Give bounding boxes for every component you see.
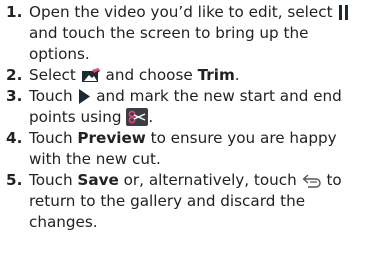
- step-text: Touch: [29, 129, 73, 147]
- step-1: 1. Open the video you’d like to edit, se…: [6, 2, 366, 65]
- step-text: Select: [29, 66, 76, 84]
- step-text: Touch: [29, 171, 73, 189]
- step-number: 2.: [6, 66, 23, 84]
- instruction-list: 1. Open the video you’d like to edit, se…: [6, 2, 366, 233]
- step-number: 5.: [6, 171, 23, 189]
- save-label: Save: [77, 171, 119, 189]
- step-number: 4.: [6, 129, 23, 147]
- step-2: 2. Select and choose Trim.: [6, 65, 366, 86]
- step-4: 4. Touch Preview to ensure you are happy…: [6, 128, 366, 170]
- step-3: 3. Touch and mark the new start and end …: [6, 86, 366, 128]
- step-text: and touch the screen to bring up the opt…: [29, 24, 309, 63]
- step-number: 1.: [6, 3, 23, 21]
- step-text: .: [234, 66, 240, 84]
- step-text: to ensure you are happy with the new cut…: [29, 129, 337, 168]
- pause-icon: [337, 4, 351, 21]
- play-icon: [77, 88, 91, 105]
- step-text: and choose: [105, 66, 193, 84]
- trim-label: Trim: [197, 66, 235, 84]
- step-text: Touch: [29, 87, 73, 105]
- step-text: Open the video you’d like to edit, selec…: [29, 3, 333, 21]
- preview-label: Preview: [77, 129, 146, 147]
- step-text: and mark the new start and end points us…: [29, 87, 342, 126]
- back-icon: [302, 173, 322, 189]
- edit-video-icon: [81, 67, 101, 84]
- step-text: or, alternatively, touch: [123, 171, 297, 189]
- step-text: .: [148, 108, 154, 126]
- scissors-icon: [126, 108, 149, 126]
- step-5: 5. Touch Save or, alternatively, touch t…: [6, 170, 366, 233]
- step-number: 3.: [6, 87, 23, 105]
